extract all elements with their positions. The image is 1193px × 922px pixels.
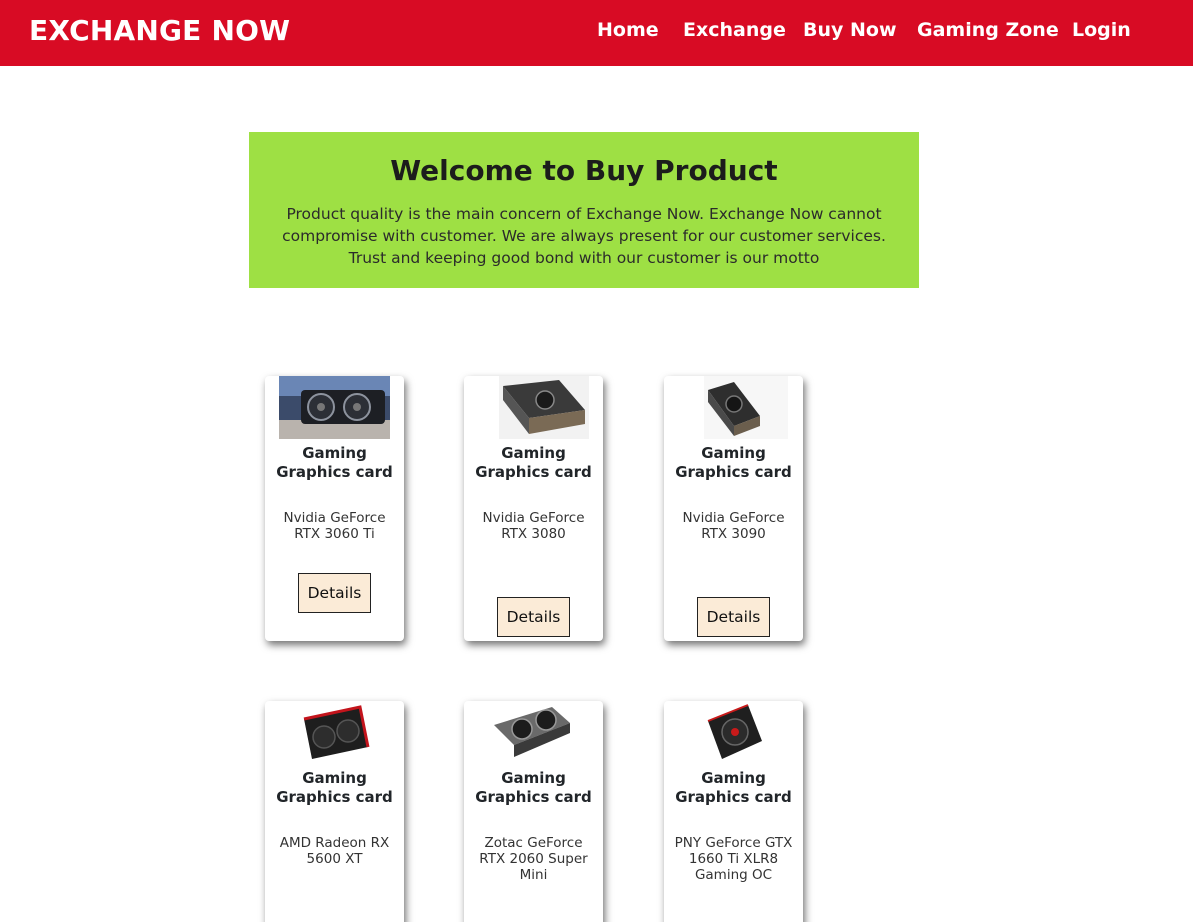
card-product-name: Nvidia GeForce RTX 3090 — [682, 510, 785, 542]
card-title: Gaming Graphics card — [675, 769, 792, 806]
details-button[interactable]: Details — [697, 597, 770, 637]
nav-link-home[interactable]: Home — [597, 19, 659, 41]
card-title: Gaming Graphics card — [475, 769, 592, 806]
card-product-name: Zotac GeForce RTX 2060 Super Mini — [479, 835, 588, 883]
card-product-name: Nvidia GeForce RTX 3060 Ti — [283, 510, 386, 542]
product-card: Gaming Graphics card Nvidia GeForce RTX … — [664, 376, 803, 641]
card-product-name: PNY GeForce GTX 1660 Ti XLR8 Gaming OC — [674, 835, 793, 883]
nav-links: Home Exchange Buy Now Gaming Zone Login — [0, 19, 1193, 49]
welcome-banner: Welcome to Buy Product Product quality i… — [249, 132, 919, 288]
product-card: Gaming Graphics card Nvidia GeForce RTX … — [265, 376, 404, 641]
nav-link-exchange[interactable]: Exchange — [683, 19, 786, 41]
gpu-founders-icon — [704, 376, 788, 439]
navbar: EXCHANGE NOW Home Exchange Buy Now Gamin… — [0, 0, 1193, 66]
welcome-title: Welcome to Buy Product — [390, 154, 778, 187]
gpu-founders-icon — [499, 376, 589, 439]
details-button[interactable]: Details — [497, 597, 570, 637]
card-title: Gaming Graphics card — [475, 444, 592, 481]
product-card: Gaming Graphics card PNY GeForce GTX 166… — [664, 701, 803, 922]
product-card: Gaming Graphics card Zotac GeForce RTX 2… — [464, 701, 603, 922]
nav-link-gaming-zone[interactable]: Gaming Zone — [917, 19, 1059, 41]
card-product-name: Nvidia GeForce RTX 3080 — [482, 510, 585, 542]
card-title: Gaming Graphics card — [276, 444, 393, 481]
gpu-dual-fan-icon — [492, 701, 572, 764]
nav-link-login[interactable]: Login — [1072, 19, 1131, 41]
gpu-photo-icon — [279, 376, 390, 439]
welcome-text: Product quality is the main concern of E… — [282, 205, 886, 267]
product-card: Gaming Graphics card AMD Radeon RX 5600 … — [265, 701, 404, 922]
product-card: Gaming Graphics card Nvidia GeForce RTX … — [464, 376, 603, 641]
gpu-red-icon — [300, 701, 370, 764]
card-product-name: AMD Radeon RX 5600 XT — [279, 835, 390, 867]
gpu-single-fan-icon — [704, 701, 766, 764]
card-title: Gaming Graphics card — [276, 769, 393, 806]
nav-link-buy-now[interactable]: Buy Now — [803, 19, 897, 41]
card-title: Gaming Graphics card — [675, 444, 792, 481]
details-button[interactable]: Details — [298, 573, 371, 613]
